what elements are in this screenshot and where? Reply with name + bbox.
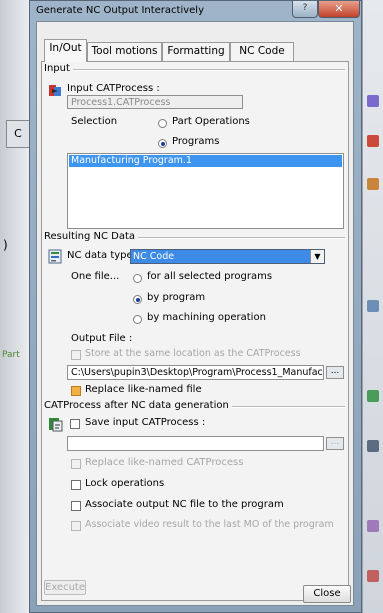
- close-button[interactable]: Close: [303, 585, 351, 603]
- window-close-button[interactable]: ✕: [318, 1, 360, 18]
- execute-button[interactable]: Execute: [44, 580, 86, 595]
- background-app-left: C ) Part: [0, 0, 32, 613]
- background-part-label: Part: [2, 350, 20, 360]
- list-item[interactable]: Manufacturing Program.1: [69, 155, 342, 167]
- replace-like-named-label[interactable]: Replace like-named file: [85, 384, 202, 395]
- output-path-browse-button[interactable]: ...: [326, 366, 344, 379]
- resulting-group-title: Resulting NC Data: [44, 231, 139, 242]
- after-group-title: CATProcess after NC data generation: [44, 400, 232, 411]
- tab-nc-code[interactable]: NC Code: [230, 42, 294, 61]
- chevron-down-icon[interactable]: ▼: [310, 250, 324, 263]
- save-path-browse-button[interactable]: ...: [326, 437, 344, 450]
- radio-part-operations[interactable]: [158, 119, 167, 128]
- nc-data-icon: [48, 249, 62, 264]
- input-group-title: Input: [44, 63, 73, 74]
- output-file-label: Output File :: [71, 333, 133, 344]
- group-divider: [128, 237, 345, 239]
- associate-video-checkbox[interactable]: [71, 521, 81, 531]
- radio-by-program[interactable]: [133, 295, 142, 304]
- lock-operations-label[interactable]: Lock operations: [85, 478, 164, 489]
- save-process-icon: [49, 418, 63, 432]
- toolbar-icon: [367, 570, 379, 582]
- radio-programs[interactable]: [158, 139, 167, 148]
- group-divider: [62, 69, 345, 71]
- input-catprocess-field[interactable]: Process1.CATProcess: [67, 95, 243, 109]
- group-divider: [224, 406, 345, 408]
- help-icon: ?: [302, 3, 308, 13]
- in-out-panel: Input Input CATProcess : Process1.CATPro…: [41, 61, 349, 601]
- toolbar-icon: [367, 300, 379, 312]
- selection-label: Selection: [71, 116, 118, 127]
- background-toolbar-right: [362, 0, 383, 613]
- store-same-location-checkbox[interactable]: [71, 350, 81, 360]
- save-input-label[interactable]: Save input CATProcess :: [85, 417, 205, 428]
- background-c-button: C: [6, 120, 30, 148]
- help-button[interactable]: ?: [292, 1, 318, 18]
- title-bar[interactable]: Generate NC Output Interactively ? ✕: [30, 1, 361, 21]
- output-path-field[interactable]: C:\Users\pupin3\Desktop\Program\Process1…: [67, 365, 324, 380]
- radio-by-program-label[interactable]: by program: [147, 292, 205, 303]
- radio-by-machining[interactable]: [133, 315, 142, 324]
- background-glyph: ): [3, 238, 8, 252]
- input-catprocess-label: Input CATProcess :: [67, 83, 160, 94]
- associate-video-label[interactable]: Associate video result to the last MO of…: [85, 519, 334, 530]
- window-title: Generate NC Output Interactively: [36, 5, 205, 16]
- toolbar-icon: [367, 520, 379, 532]
- tab-tool-motions[interactable]: Tool motions: [87, 42, 162, 61]
- toolbar-icon: [367, 135, 379, 147]
- tab-in-out[interactable]: In/Out: [44, 39, 87, 62]
- save-input-checkbox[interactable]: [70, 419, 80, 429]
- dialog-client-area: In/Out Tool motions Formatting NC Code I…: [36, 21, 354, 606]
- radio-by-machining-label[interactable]: by machining operation: [147, 312, 266, 323]
- nc-data-type-label: NC data type:: [67, 250, 137, 261]
- programs-list[interactable]: Manufacturing Program.1: [67, 153, 344, 229]
- catprocess-icon: [49, 85, 61, 96]
- lock-operations-checkbox[interactable]: [71, 480, 81, 490]
- replace-catprocess-label[interactable]: Replace like-named CATProcess: [85, 457, 243, 468]
- save-path-field[interactable]: [67, 436, 324, 451]
- radio-part-operations-label[interactable]: Part Operations: [172, 116, 250, 127]
- tab-formatting[interactable]: Formatting: [162, 42, 230, 61]
- radio-all-programs-label[interactable]: for all selected programs: [147, 271, 272, 282]
- store-same-location-label[interactable]: Store at the same location as the CATPro…: [85, 348, 301, 359]
- nc-output-dialog: Generate NC Output Interactively ? ✕ In/…: [29, 0, 362, 613]
- toolbar-icon: [367, 178, 379, 190]
- toolbar-icon: [367, 390, 379, 402]
- toolbar-icon: [367, 440, 379, 452]
- replace-catprocess-checkbox[interactable]: [71, 459, 81, 469]
- nc-data-type-dropdown[interactable]: NC Code ▼: [130, 249, 325, 264]
- toolbar-icon: [367, 95, 379, 107]
- one-file-label: One file...: [71, 271, 120, 282]
- associate-output-label[interactable]: Associate output NC file to the program: [85, 499, 284, 510]
- nc-data-type-value: NC Code: [133, 251, 175, 262]
- radio-all-programs[interactable]: [133, 274, 142, 283]
- radio-programs-label[interactable]: Programs: [172, 136, 219, 147]
- close-icon: ✕: [334, 2, 344, 15]
- associate-output-checkbox[interactable]: [71, 501, 81, 511]
- replace-like-named-checkbox[interactable]: [71, 386, 81, 396]
